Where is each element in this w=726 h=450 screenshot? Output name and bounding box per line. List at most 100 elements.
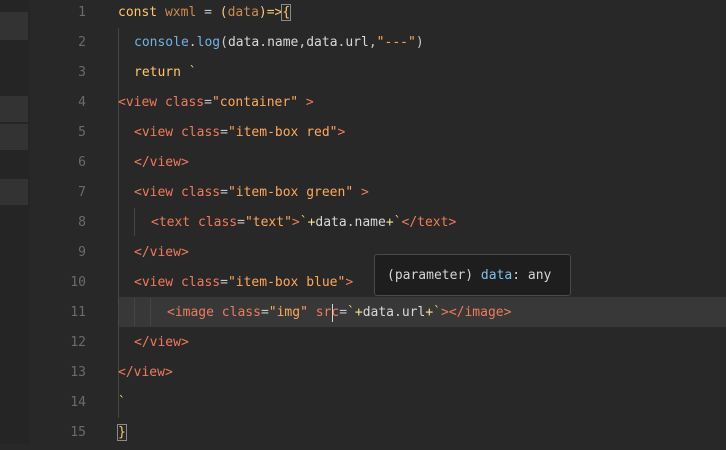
code-line-14[interactable]: ` [118,390,126,420]
code-line-2[interactable]: console.log(data.name,data.url,"---") [134,30,424,60]
operator-token: = [220,125,228,140]
attribute-token: class [157,95,205,110]
attribute-token: class [213,305,261,320]
code-editor[interactable]: const wxml = (data)=>{ console.log(data.… [92,0,726,444]
sidebar-marker [0,179,28,205]
tag-token: </view> [134,245,189,260]
tag-token: <view [134,275,174,290]
attribute-value-token: "text" [244,215,292,230]
activity-sidebar [0,0,30,444]
sidebar-marker [0,96,28,122]
line-number[interactable]: 11 [30,300,86,330]
code-line-1[interactable]: const wxml = (data)=>{ [118,0,292,30]
template-tick-token: ` [433,305,441,320]
paren-token: ) [415,35,424,50]
indent-guide [134,298,135,326]
code-line-3[interactable]: return ` [134,60,197,90]
operator-token: = [196,5,220,20]
tag-token: > [298,95,314,110]
operator-token: = [339,305,348,320]
line-number[interactable]: 2 [30,30,86,60]
tag-token: </text> [401,215,457,230]
param-token: data [227,5,259,20]
line-number[interactable]: 5 [30,120,86,150]
arrow-token: => [266,5,283,20]
code-line-9[interactable]: </view> [134,240,189,270]
code-line-11[interactable]: <image class="img" src=`+data.url+`></im… [167,300,511,330]
property-token: name [267,35,299,50]
template-tick-token: ` [347,305,355,320]
tag-token: > [353,185,369,200]
attribute-token: class [173,185,221,200]
operator-token: = [220,185,228,200]
code-line-13[interactable]: </view> [118,360,173,390]
operator-token: = [220,275,228,290]
brace-token: { [281,4,292,21]
code-line-12[interactable]: </view> [134,330,189,360]
property-token: url [401,305,426,320]
tooltip-colon: : [512,268,521,283]
attribute-value-token: "img" [268,305,308,320]
code-line-4[interactable]: <view class="container" > [118,90,314,120]
line-number[interactable]: 1 [30,0,86,30]
tooltip-kind: (parameter) [387,268,474,283]
attribute-token: src [307,305,340,320]
line-number[interactable]: 13 [30,360,86,390]
indent-guide [150,298,151,326]
code-line-15[interactable]: } [117,420,127,450]
tag-token: <image [167,305,214,320]
tag-token: > [291,215,300,230]
tag-token: </view> [134,335,189,350]
tag-token: </view> [118,365,173,380]
line-number[interactable]: 14 [30,390,86,420]
code-line-7[interactable]: <view class="item-box green" > [134,180,369,210]
attribute-value-token: "item-box blue" [227,275,346,290]
code-line-6[interactable]: </view> [134,150,189,180]
property-token: name [354,215,386,230]
paren-token: ( [219,5,228,20]
attribute-value-token: "container" [211,95,299,110]
operator-token: = [204,95,212,110]
paren-token: ) [258,5,267,20]
object-token: console [134,35,189,50]
line-number[interactable]: 6 [30,150,86,180]
dot-token: . [394,305,402,320]
tag-token: </image> [448,305,512,320]
property-token: url [345,35,369,50]
string-token: "---" [376,35,416,50]
plus-token: + [354,305,363,320]
sidebar-marker [0,124,28,150]
template-tick-token: ` [180,65,197,80]
line-number[interactable]: 8 [30,210,86,240]
attribute-token: class [190,215,238,230]
operator-token: = [260,305,269,320]
line-number[interactable]: 12 [30,330,86,360]
identifier-token: data [227,35,260,50]
paren-token: ( [220,35,228,50]
sidebar-marker [0,12,28,40]
line-number[interactable]: 9 [30,240,86,270]
line-number[interactable]: 15 [30,420,86,450]
line-number[interactable]: 4 [30,90,86,120]
keyword-token: return [134,65,181,80]
attribute-value-token: "item-box red" [227,125,338,140]
code-line-5[interactable]: <view class="item-box red"> [134,120,345,150]
keyword-token: const [118,5,158,20]
tag-token: > [345,275,354,290]
code-line-8[interactable]: <text class="text">`+data.name+`</text> [151,210,456,240]
method-token: log [196,35,221,50]
plus-token: + [385,215,394,230]
tag-token: <view [118,95,158,110]
identifier-token: wxml [157,5,197,20]
indent-guide [134,208,135,236]
tooltip-type: any [527,268,552,283]
plus-token: + [425,305,434,320]
code-line-10[interactable]: <view class="item-box blue"> [134,270,353,300]
attribute-token: class [173,275,221,290]
line-number[interactable]: 3 [30,60,86,90]
line-number[interactable]: 7 [30,180,86,210]
dot-token: . [346,215,355,230]
template-tick-token: ` [393,215,402,230]
line-number[interactable]: 10 [30,270,86,300]
operator-token: = [237,215,245,230]
